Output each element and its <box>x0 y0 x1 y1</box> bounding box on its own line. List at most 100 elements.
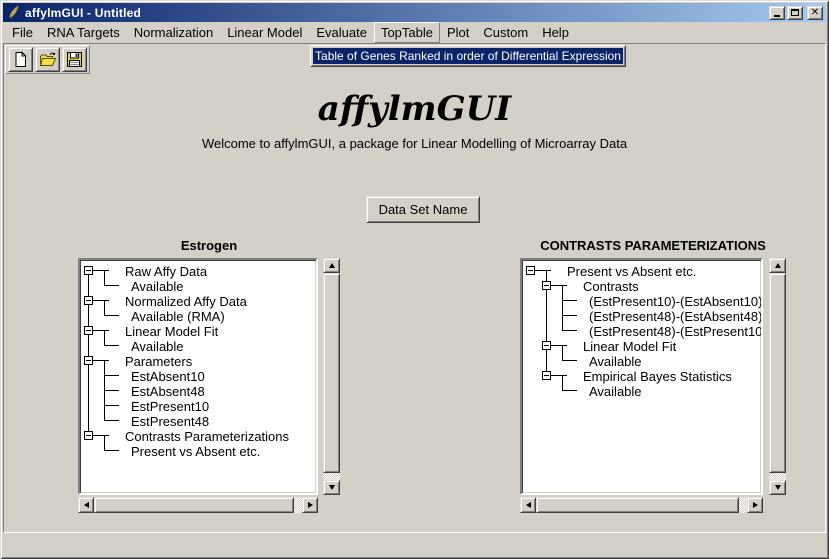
contrasts-horizontal-scrollbar[interactable] <box>520 497 763 513</box>
horizontal-scrollbar-thumb[interactable] <box>94 497 294 513</box>
tree-expand-toggle[interactable] <box>84 326 93 335</box>
tree-row[interactable]: Contrasts <box>522 278 761 293</box>
tree-row[interactable]: Linear Model Fit <box>80 323 316 338</box>
tree-expand-toggle[interactable] <box>526 266 535 275</box>
contrasts-tree[interactable]: Present vs Absent etc.Contrasts(EstPrese… <box>520 258 763 495</box>
scroll-down-button[interactable] <box>769 480 786 495</box>
scrollbar-track[interactable] <box>769 473 786 480</box>
scroll-up-button[interactable] <box>323 258 340 273</box>
tree-row[interactable]: Parameters <box>80 353 316 368</box>
tree-node-label[interactable]: Available <box>589 354 642 369</box>
tree-row[interactable]: Available <box>522 383 761 398</box>
tree-node-label[interactable]: Empirical Bayes Statistics <box>583 369 732 384</box>
minimize-button[interactable] <box>769 6 785 20</box>
horizontal-scrollbar-thumb[interactable] <box>536 497 739 513</box>
toptable-popup-menu: Table of Genes Ranked in order of Differ… <box>310 45 626 67</box>
tree-row[interactable]: (EstPresent10)-(EstAbsent10) <box>522 293 761 308</box>
tree-node-label[interactable]: Available <box>131 339 184 354</box>
tree-node-label[interactable]: Contrasts Parameterizations <box>125 429 289 444</box>
tree-node-label[interactable]: (EstPresent10)-(EstAbsent10) <box>589 294 762 309</box>
menu-item-linear-model[interactable]: Linear Model <box>220 22 309 43</box>
tree-row[interactable]: EstPresent48 <box>80 413 316 428</box>
tree-row[interactable]: Present vs Absent etc. <box>80 443 316 458</box>
tree-connector <box>104 375 105 383</box>
contrasts-vertical-scrollbar[interactable] <box>769 258 786 495</box>
tree-row[interactable]: Linear Model Fit <box>522 338 761 353</box>
data-set-name-button[interactable]: Data Set Name <box>366 196 480 223</box>
menu-item-rna-targets[interactable]: RNA Targets <box>40 22 127 43</box>
tree-expand-toggle[interactable] <box>542 341 551 350</box>
tree-node-label[interactable]: (EstPresent48)-(EstPresent10) <box>589 324 763 339</box>
tree-connector <box>534 270 551 271</box>
tree-node-label[interactable]: Parameters <box>125 354 192 369</box>
scroll-left-button[interactable] <box>78 497 94 513</box>
scroll-right-button[interactable] <box>747 497 763 513</box>
tree-node-label[interactable]: EstAbsent10 <box>131 369 205 384</box>
scroll-left-button[interactable] <box>520 497 536 513</box>
tree-node-label[interactable]: Linear Model Fit <box>125 324 218 339</box>
menu-item-evaluate[interactable]: Evaluate <box>309 22 374 43</box>
tree-node-label[interactable]: Normalized Affy Data <box>125 294 247 309</box>
tree-expand-toggle[interactable] <box>542 281 551 290</box>
tree-expand-toggle[interactable] <box>84 356 93 365</box>
menu-item-toptable[interactable]: TopTable <box>374 22 440 43</box>
open-file-button[interactable] <box>35 47 60 72</box>
scrollbar-track[interactable] <box>739 497 747 513</box>
maximize-button[interactable] <box>787 6 803 20</box>
new-file-button[interactable] <box>8 47 33 72</box>
tree-node-label[interactable]: (EstPresent48)-(EstAbsent48) <box>589 309 762 324</box>
tree-node-label[interactable]: Linear Model Fit <box>583 339 676 354</box>
estrogen-tree[interactable]: Raw Affy DataAvailableNormalized Affy Da… <box>78 258 318 495</box>
vertical-scrollbar-thumb[interactable] <box>323 273 340 473</box>
tree-expand-toggle[interactable] <box>84 266 93 275</box>
vertical-scrollbar-thumb[interactable] <box>769 273 786 473</box>
save-floppy-icon <box>66 51 83 68</box>
tree-node-label[interactable]: Raw Affy Data <box>125 264 207 279</box>
save-file-button[interactable] <box>62 47 87 72</box>
tree-row[interactable]: (EstPresent48)-(EstAbsent48) <box>522 308 761 323</box>
tree-row[interactable]: EstAbsent10 <box>80 368 316 383</box>
tree-node-label[interactable]: Available <box>131 279 184 294</box>
menu-item-help[interactable]: Help <box>535 22 576 43</box>
tree-expand-toggle[interactable] <box>542 371 551 380</box>
tree-node-label[interactable]: Available (RMA) <box>131 309 225 324</box>
tree-expand-toggle[interactable] <box>84 431 93 440</box>
tree-row[interactable]: Normalized Affy Data <box>80 293 316 308</box>
tree-connector <box>104 450 119 451</box>
title-bar[interactable]: affylmGUI - Untitled ✕ <box>3 3 826 22</box>
tree-expand-toggle[interactable] <box>84 296 93 305</box>
menu-item-normalization[interactable]: Normalization <box>127 22 220 43</box>
tree-row[interactable]: Available (RMA) <box>80 308 316 323</box>
tree-row[interactable]: Available <box>80 278 316 293</box>
tree-node-label[interactable]: EstAbsent48 <box>131 384 205 399</box>
scrollbar-track[interactable] <box>323 473 340 480</box>
menu-item-custom[interactable]: Custom <box>476 22 535 43</box>
tree-node-label[interactable]: Contrasts <box>583 279 639 294</box>
tree-row[interactable]: Available <box>80 338 316 353</box>
scroll-up-button[interactable] <box>769 258 786 273</box>
scroll-down-button[interactable] <box>323 480 340 495</box>
tree-row[interactable]: Present vs Absent etc. <box>522 263 761 278</box>
tree-row[interactable]: Empirical Bayes Statistics <box>522 368 761 383</box>
tree-row[interactable]: Contrasts Parameterizations <box>80 428 316 443</box>
tree-node-label[interactable]: EstPresent10 <box>131 399 209 414</box>
close-button[interactable]: ✕ <box>807 6 823 20</box>
menu-item-table-of-genes[interactable]: Table of Genes Ranked in order of Differ… <box>313 48 623 64</box>
tree-row[interactable]: EstPresent10 <box>80 398 316 413</box>
menu-item-file[interactable]: File <box>5 22 40 43</box>
tree-node-label[interactable]: Present vs Absent etc. <box>567 264 696 279</box>
tree-connector <box>546 323 547 338</box>
tree-node-label[interactable]: EstPresent48 <box>131 414 209 429</box>
tree-row[interactable]: Available <box>522 353 761 368</box>
scroll-right-button[interactable] <box>302 497 318 513</box>
estrogen-horizontal-scrollbar[interactable] <box>78 497 318 513</box>
tree-row[interactable]: EstAbsent48 <box>80 383 316 398</box>
arrow-right-icon <box>753 502 758 508</box>
tree-node-label[interactable]: Available <box>589 384 642 399</box>
menu-item-plot[interactable]: Plot <box>440 22 476 43</box>
tree-node-label[interactable]: Present vs Absent etc. <box>131 444 260 459</box>
scrollbar-track[interactable] <box>294 497 302 513</box>
tree-row[interactable]: Raw Affy Data <box>80 263 316 278</box>
estrogen-vertical-scrollbar[interactable] <box>323 258 340 495</box>
tree-row[interactable]: (EstPresent48)-(EstPresent10) <box>522 323 761 338</box>
